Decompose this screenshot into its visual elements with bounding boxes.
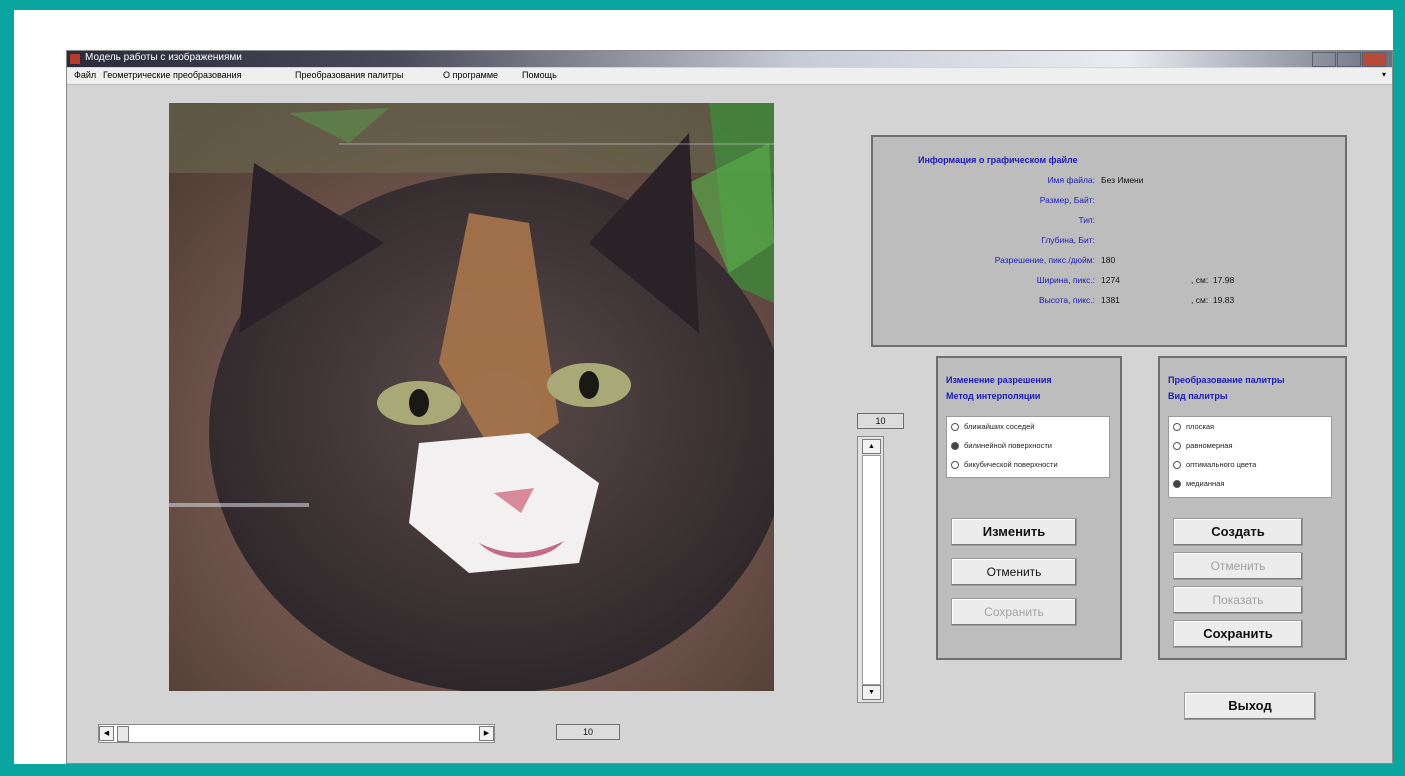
minimize-icon[interactable] (1312, 52, 1336, 67)
width-px-label: Ширина, пикс.: (1036, 275, 1095, 285)
resize-group-title: Изменение разрешения Метод интерполяции (946, 372, 1052, 404)
palette-uniform-option[interactable]: равномерная (1173, 441, 1233, 451)
file-name-value: Без Имени (1101, 175, 1144, 185)
palette-title-line2: Вид палитры (1168, 391, 1228, 401)
height-px-value: 1381 (1101, 295, 1120, 305)
interp-bicubic-option[interactable]: бикубической поверхности (951, 460, 1058, 470)
horizontal-slider-thumb[interactable] (117, 726, 129, 742)
file-name-label: Имя файла: (1047, 175, 1095, 185)
interp-nearest-option[interactable]: ближайших соседей (951, 422, 1035, 432)
radio-icon[interactable] (1173, 461, 1181, 470)
resize-title-line2: Метод интерполяции (946, 391, 1041, 401)
menu-overflow-icon[interactable]: ▾ (1382, 70, 1386, 79)
bit-depth-label: Глубина, Бит: (1041, 235, 1095, 245)
radio-icon[interactable] (951, 423, 959, 432)
scroll-up-icon[interactable]: ▲ (862, 439, 881, 454)
save-palette-button[interactable]: Сохранить (1173, 620, 1303, 648)
save-resize-button[interactable]: Сохранить (951, 598, 1077, 626)
close-icon[interactable] (1362, 52, 1386, 67)
window-title: Модель работы с изображениями (85, 52, 242, 63)
image-view (169, 103, 774, 691)
cancel-resize-button[interactable]: Отменить (951, 558, 1077, 586)
palette-flat-option[interactable]: плоская (1173, 422, 1215, 432)
file-size-label: Размер, Байт: (1039, 195, 1095, 205)
palette-median-label: медианная (1186, 479, 1225, 488)
resize-title-line1: Изменение разрешения (946, 375, 1052, 385)
resize-group: Изменение разрешения Метод интерполяции … (936, 356, 1122, 660)
palette-optimal-option[interactable]: оптимального цвета (1173, 460, 1257, 470)
scroll-right-icon[interactable]: ▶ (479, 726, 494, 741)
palette-title-line1: Преобразование палитры (1168, 375, 1285, 385)
palette-group-title: Преобразование палитры Вид палитры (1168, 372, 1285, 404)
create-palette-button[interactable]: Создать (1173, 518, 1303, 546)
palette-median-option[interactable]: медианная (1173, 479, 1225, 489)
exit-button[interactable]: Выход (1184, 692, 1316, 720)
interpolation-options: ближайших соседей билинейной поверхности… (946, 416, 1110, 478)
horizontal-slider-value: 10 (556, 724, 620, 740)
width-px-value: 1274 (1101, 275, 1120, 285)
scroll-down-icon[interactable]: ▼ (862, 685, 881, 700)
cancel-palette-button[interactable]: Отменить (1173, 552, 1303, 580)
width-cm-label: , см: (1191, 275, 1209, 285)
interp-bilinear-option[interactable]: билинейной поверхности (951, 441, 1052, 451)
width-cm: , см: 17.98 (1191, 275, 1234, 285)
scroll-left-icon[interactable]: ◀ (99, 726, 114, 741)
app-icon (70, 54, 80, 64)
interp-bicubic-label: бикубической поверхности (964, 460, 1058, 469)
change-resolution-button[interactable]: Изменить (951, 518, 1077, 546)
height-cm-value: 19.83 (1212, 295, 1235, 305)
screenshot-frame: Модель работы с изображениями Файл Геоме… (14, 10, 1393, 764)
resolution-value: 180 (1101, 255, 1116, 265)
horizontal-slider[interactable]: ◀ ▶ (98, 724, 495, 743)
radio-selected-icon[interactable] (1173, 480, 1181, 489)
vertical-slider-value: 10 (857, 413, 904, 429)
height-cm: , см: 19.83 (1191, 295, 1234, 305)
radio-selected-icon[interactable] (951, 442, 959, 451)
menu-palette-transforms[interactable]: Преобразования палитры (295, 70, 403, 80)
palette-flat-label: плоская (1186, 422, 1215, 431)
radio-icon[interactable] (1173, 442, 1181, 451)
maximize-icon[interactable] (1337, 52, 1361, 67)
app-window: Модель работы с изображениями Файл Геоме… (66, 50, 1393, 764)
width-cm-value: 17.98 (1212, 275, 1235, 285)
palette-type-options: плоская равномерная оптимального цвета м… (1168, 416, 1332, 498)
file-info-title: Информация о графическом файле (918, 155, 1078, 165)
menu-file[interactable]: Файл (74, 70, 96, 80)
file-type-label: Тип: (1078, 215, 1095, 225)
title-bar[interactable]: Модель работы с изображениями (67, 51, 1392, 67)
menu-about[interactable]: О программе (443, 70, 498, 80)
interp-bilinear-label: билинейной поверхности (964, 441, 1052, 450)
interp-nearest-label: ближайших соседей (964, 422, 1035, 431)
vertical-slider-track[interactable] (862, 455, 881, 685)
menu-help[interactable]: Помощь (522, 70, 557, 80)
radio-icon[interactable] (1173, 423, 1181, 432)
resolution-label: Разрешение, пикс./дюйм: (994, 255, 1095, 265)
radio-icon[interactable] (951, 461, 959, 470)
show-palette-button[interactable]: Показать (1173, 586, 1303, 614)
palette-group: Преобразование палитры Вид палитры плоск… (1158, 356, 1347, 660)
file-info-panel: Информация о графическом файле Имя файла… (871, 135, 1347, 347)
palette-optimal-label: оптимального цвета (1186, 460, 1257, 469)
vertical-slider[interactable]: ▲ ▼ (857, 436, 884, 703)
cat-photo-icon (169, 103, 774, 691)
menu-bar: Файл Геометрические преобразования Преоб… (67, 68, 1392, 85)
palette-uniform-label: равномерная (1186, 441, 1233, 450)
height-px-label: Высота, пикс.: (1038, 295, 1095, 305)
height-cm-label: , см: (1191, 295, 1209, 305)
menu-geometric-transforms[interactable]: Геометрические преобразования (103, 70, 242, 80)
